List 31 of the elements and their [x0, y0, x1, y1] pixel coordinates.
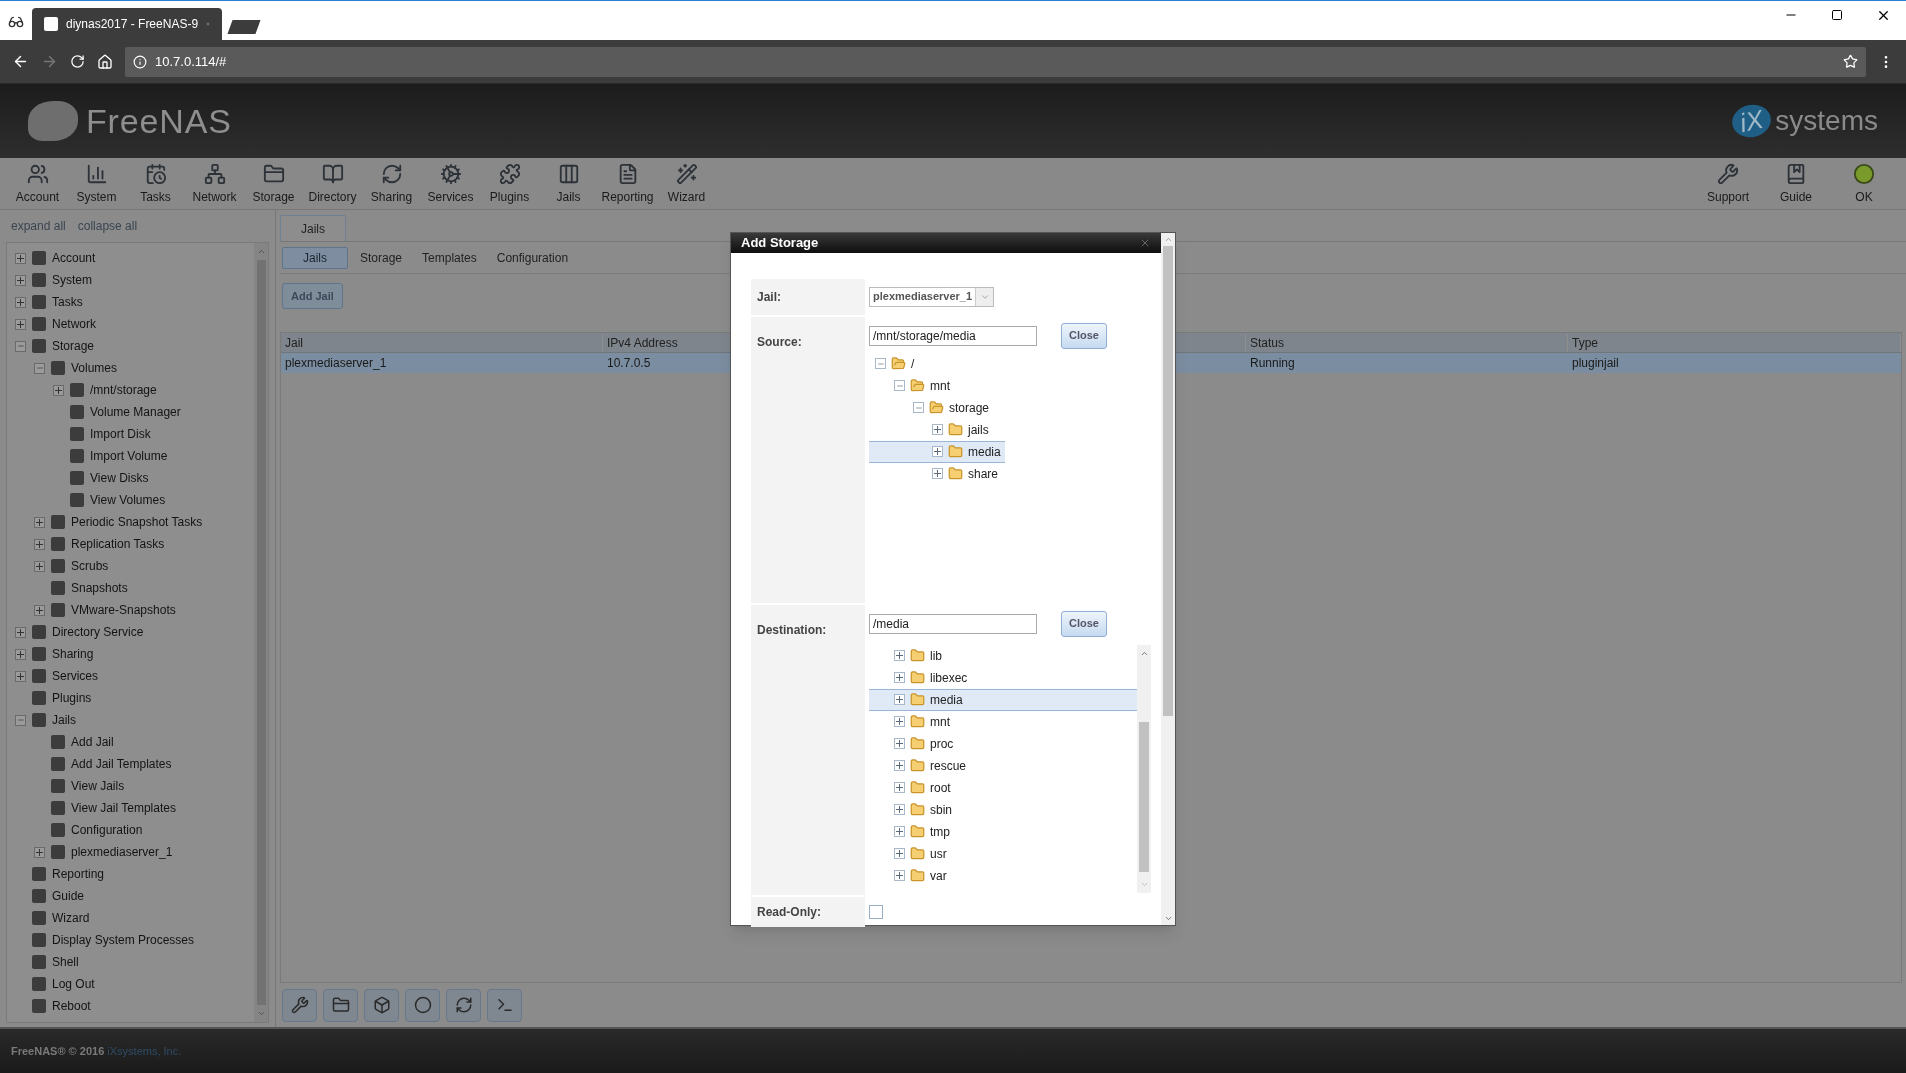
folder-name: tmp	[930, 823, 950, 841]
field-label: Jail:	[757, 288, 781, 306]
folder-name: storage	[949, 399, 990, 417]
folder-name: var	[930, 867, 947, 885]
folder-name: media	[930, 691, 963, 709]
folder-name: media	[968, 443, 1001, 461]
folder-name: usr	[930, 845, 947, 863]
field-label: Source:	[757, 334, 802, 349]
dialog-title: Add Storage	[741, 234, 819, 252]
table-cell-text: Running	[1249, 355, 1296, 372]
folder-name: mnt	[930, 377, 950, 395]
folder-name: libexec	[930, 669, 968, 687]
folder-name: share	[968, 465, 999, 483]
folder-name: proc	[930, 735, 954, 753]
brand-name: systems	[1775, 104, 1878, 138]
folder-name: sbin	[930, 801, 952, 819]
url-text: 10.7.0.114/#	[155, 52, 227, 71]
folder-name: jails	[968, 421, 989, 439]
folder-name: /	[911, 355, 915, 373]
tab-title: diynas2017 - FreeNAS-9	[66, 16, 199, 33]
field-label: Read-Only:	[757, 903, 821, 921]
table-cell-text: plexmediaserver_1	[284, 355, 388, 372]
copyright-text: FreeNAS® © 2016 iXsystems, Inc.	[11, 1043, 182, 1059]
table-cell-text: 10.7.0.5	[606, 355, 652, 372]
folder-name: root	[930, 779, 951, 797]
folder-name: mnt	[930, 713, 950, 731]
app-logo-text: FreeNAS	[86, 100, 232, 142]
folder-name: rescue	[930, 757, 967, 775]
folder-name: lib	[930, 647, 942, 665]
table-cell-text: pluginjail	[1571, 355, 1620, 372]
field-label: Destination:	[757, 622, 827, 637]
